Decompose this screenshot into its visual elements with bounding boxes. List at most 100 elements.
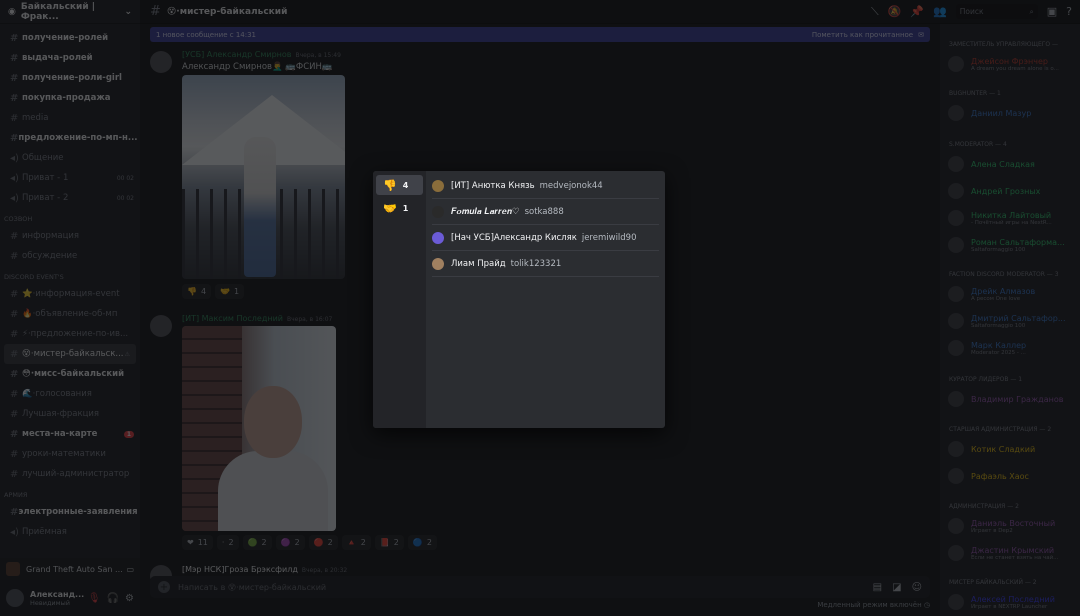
channel-item[interactable]: # информация: [0, 226, 140, 246]
channel-item[interactable]: # получение-ролей: [0, 28, 140, 48]
channel-item[interactable]: # уроки-математики: [0, 444, 140, 464]
member-item[interactable]: Дмитрий Сальтафор... Saltaformaggio 100: [948, 310, 1076, 332]
bell-muted-icon[interactable]: 🔕: [888, 5, 902, 18]
hash-icon: #: [10, 448, 19, 460]
reaction-button[interactable]: 🤝 1: [215, 284, 245, 299]
avatar[interactable]: [150, 51, 172, 73]
channel-category[interactable]: DISCORD EVENT'S: [0, 266, 140, 284]
avatar[interactable]: [6, 589, 24, 607]
channel-item[interactable]: # 😵·мистер-байкальск... ⚠: [4, 344, 136, 364]
sticker-icon[interactable]: ◪: [892, 582, 901, 593]
channel-label: покупка-продажа: [22, 93, 111, 103]
hash-icon: #: [10, 506, 19, 518]
reaction-user-row[interactable]: 𝑭𝒐𝒎𝒖𝒍𝒂 𝑳𝒂𝒓𝒓𝒆𝒏♡ sotka888: [432, 199, 659, 225]
channel-item[interactable]: # места-на-карте 1: [0, 424, 140, 444]
member-item[interactable]: Марк Каллер Moderator 2025 - ...: [948, 337, 1076, 359]
member-item[interactable]: Алексей Последний Играет в NEXTRP Launche…: [948, 591, 1076, 613]
channel-item[interactable]: # лучший-администратор: [0, 464, 140, 484]
member-item[interactable]: Джейсон Фрэнчер A dream you dream alone i…: [948, 53, 1076, 75]
reaction-button[interactable]: · 2: [216, 535, 239, 550]
member-item[interactable]: Котик Сладкий: [948, 438, 1076, 460]
pin-icon[interactable]: 📌: [910, 5, 924, 18]
reaction-button[interactable]: ❤ 11: [182, 535, 213, 550]
member-item[interactable]: Андрей Грозных: [948, 180, 1076, 202]
inbox-icon[interactable]: ▣: [1047, 5, 1057, 18]
hash-icon: #: [10, 388, 19, 400]
author-name[interactable]: [ИТ] Максим Последний: [182, 314, 283, 323]
channel-item[interactable]: ◂) Приёмная: [0, 522, 140, 542]
new-messages-banner[interactable]: 1 новое сообщение с 14:31 Пометить как п…: [150, 27, 930, 42]
member-item[interactable]: Джастин Крымский Если не станет взять на …: [948, 542, 1076, 564]
channel-item[interactable]: # ⭐·информация-event: [0, 284, 140, 304]
category-label: DISCORD EVENT'S: [4, 273, 64, 281]
plus-icon[interactable]: +: [158, 581, 170, 593]
channel-item[interactable]: # media: [0, 108, 140, 128]
gear-icon[interactable]: ⚙: [125, 593, 134, 604]
reaction-button[interactable]: 👎 4: [182, 284, 212, 299]
channel-item[interactable]: # Лучшая-фракция: [0, 404, 140, 424]
emoji-icon[interactable]: ☺: [912, 582, 922, 593]
reaction-button[interactable]: 🔵 2: [407, 535, 437, 550]
gif-icon[interactable]: ▤: [873, 582, 882, 593]
channel-label: ⭐·информация-event: [22, 289, 120, 299]
reaction-button[interactable]: 🔴 2: [308, 535, 338, 550]
server-header[interactable]: ◉ Байкальский | Фрак... ⌄: [0, 0, 140, 24]
message-image[interactable]: [182, 326, 336, 531]
message-composer[interactable]: + Написать в 😵·мистер-байкальский ▤ ◪ ☺: [150, 576, 930, 598]
member-item[interactable]: Алена Сладкая: [948, 153, 1076, 175]
channel-item[interactable]: # электронные-заявления: [0, 502, 140, 522]
member-item[interactable]: Роман Сальтаформа... Saltaformaggio 100: [948, 234, 1076, 256]
members-icon[interactable]: 👥: [933, 5, 947, 18]
reaction-tab[interactable]: 🤝 1: [376, 198, 423, 218]
add-member-icon[interactable]: ⚠: [125, 351, 130, 358]
mark-read-button[interactable]: Пометить как прочитанное: [812, 31, 913, 39]
member-item[interactable]: Владимир Гражданов: [948, 388, 1076, 410]
channel-item[interactable]: # получение-роли-girl: [0, 68, 140, 88]
author-name[interactable]: [УСБ] Александр Смирнов: [182, 50, 292, 59]
channel-item[interactable]: # 🌊·голосования: [0, 384, 140, 404]
channel-label: выдача-ролей: [22, 53, 93, 63]
avatar: [948, 210, 964, 226]
game-activity-bar[interactable]: Grand Theft Auto San ... ▭: [0, 558, 140, 580]
reaction-button[interactable]: 📕 2: [374, 535, 404, 550]
hash-icon: #: [10, 72, 19, 84]
help-icon[interactable]: ?: [1066, 5, 1072, 18]
screen-share-icon[interactable]: ▭: [126, 565, 134, 574]
member-item[interactable]: Дрейк Алмазов А ресом One love: [948, 283, 1076, 305]
channel-item[interactable]: # 😳·мисс-байкальский: [0, 364, 140, 384]
member-item[interactable]: Рафаэль Хаос: [948, 465, 1076, 487]
member-name: Дмитрий Сальтафор...: [971, 313, 1066, 323]
reaction-tab[interactable]: 👎 4: [376, 175, 423, 195]
member-item[interactable]: Никитка Лайтовый - Почётный игры на NextR…: [948, 207, 1076, 229]
reaction-emoji: 🤝: [383, 201, 397, 215]
reaction-user-row[interactable]: [ИТ] Анютка Князь medvejonok44: [432, 173, 659, 199]
author-name[interactable]: [Мэр НСК]Гроза Брэксфилд: [182, 565, 298, 574]
reaction-user-row[interactable]: Лиам Прайд tolik123321: [432, 251, 659, 277]
reaction-user-row[interactable]: [Нач УСБ]Александр Кисляк jeremiwild90: [432, 225, 659, 251]
channel-item[interactable]: # выдача-ролей: [0, 48, 140, 68]
headphones-icon[interactable]: 🎧: [107, 593, 119, 604]
channel-item[interactable]: # ⚡·предложение-по-ив...: [0, 324, 140, 344]
avatar: [948, 468, 964, 484]
member-item[interactable]: Даниэль Восточный Играет в Dep2: [948, 515, 1076, 537]
channel-item[interactable]: # предложение-по-мп-н...: [0, 128, 140, 148]
mic-muted-icon[interactable]: 🎙: [88, 593, 101, 604]
channel-item[interactable]: ◂) Общение: [0, 148, 140, 168]
reaction-button[interactable]: 🟣 2: [275, 535, 305, 550]
channel-item[interactable]: ◂) Приват - 2 00 02: [0, 188, 140, 208]
channel-label: обсуждение: [22, 251, 78, 261]
channel-item[interactable]: ◂) Приват - 1 00 02: [0, 168, 140, 188]
channel-item[interactable]: # 🔥·объявление-об-мп: [0, 304, 140, 324]
channel-item[interactable]: # обсуждение: [0, 246, 140, 266]
channel-item[interactable]: # покупка-продажа: [0, 88, 140, 108]
reaction-button[interactable]: 🟢 2: [242, 535, 272, 550]
channel-category[interactable]: АРМИЯ: [0, 484, 140, 502]
message-image[interactable]: [182, 75, 345, 279]
hash-icon: #: [10, 328, 19, 340]
member-item[interactable]: Даниил Мазур: [948, 102, 1076, 124]
threads-icon[interactable]: ⟍: [871, 5, 879, 19]
reaction-button[interactable]: 🔺 2: [341, 535, 371, 550]
channel-category[interactable]: СОЗВОН: [0, 208, 140, 226]
search-input[interactable]: Поиск ⌕: [955, 4, 1038, 19]
avatar[interactable]: [150, 315, 172, 337]
